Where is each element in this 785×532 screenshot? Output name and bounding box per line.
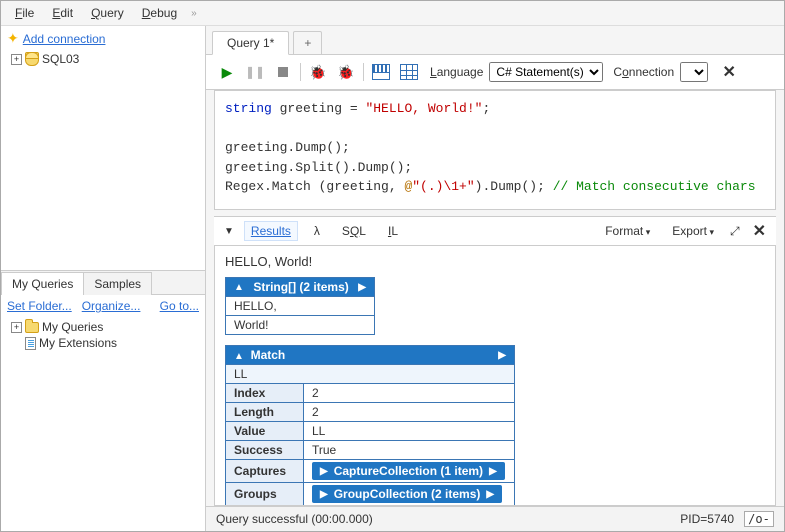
menubar: File Edit Query Debug » xyxy=(1,1,784,26)
database-icon xyxy=(25,52,39,66)
code-editor[interactable]: string greeting = "HELLO, World!"; greet… xyxy=(214,90,776,210)
expand-icon[interactable]: + xyxy=(11,54,22,65)
dump-header[interactable]: ▲ Match ▶ xyxy=(226,346,515,365)
menu-edit[interactable]: Edit xyxy=(44,4,81,22)
tree-label: My Queries xyxy=(42,320,103,334)
view-grid-button[interactable] xyxy=(398,61,420,83)
view-split-button[interactable] xyxy=(370,61,392,83)
set-folder-link[interactable]: Set Folder... xyxy=(7,299,72,313)
dump-text: HELLO, World! xyxy=(225,254,765,269)
pause-button: ❚❚ xyxy=(244,61,266,83)
tab-samples[interactable]: Samples xyxy=(83,272,152,295)
myqueries-tabstrip: My Queries Samples xyxy=(1,271,205,295)
export-dropdown[interactable]: Export xyxy=(666,222,720,240)
nav-icon[interactable]: ▶ xyxy=(358,282,366,293)
goto-link[interactable]: Go to... xyxy=(160,299,199,313)
table-row: LL xyxy=(226,365,515,384)
myqueries-body: Set Folder... Organize... Go to... + My … xyxy=(1,295,205,531)
tree-my-queries[interactable]: + My Queries xyxy=(7,319,199,335)
table-row: SuccessTrue xyxy=(226,441,515,460)
query-tab-1[interactable]: Query 1* xyxy=(212,31,289,55)
pause-icon: ❚❚ xyxy=(245,65,265,79)
bug-step-icon: 🐞 xyxy=(337,64,354,81)
connection-label: Connection xyxy=(613,65,674,79)
group-collection-chip[interactable]: ▶ GroupCollection (2 items) ▶ xyxy=(312,485,502,503)
grid-view-icon xyxy=(400,64,418,80)
status-pid: PID=5740 xyxy=(680,512,734,526)
results-tabstrip: ▼ Results λ SQL IL Format Export ⤢ ✕ xyxy=(214,216,776,246)
debug-button[interactable]: 🐞 xyxy=(307,61,329,83)
expand-icon[interactable]: ▶ xyxy=(320,466,328,477)
status-bar: Query successful (00:00.000) PID=5740 /o… xyxy=(206,506,784,531)
add-connection-icon: ✦ xyxy=(7,30,19,47)
table-row: Groups ▶ GroupCollection (2 items) ▶ xyxy=(226,483,515,506)
nav-icon[interactable]: ▶ xyxy=(486,489,494,500)
organize-link[interactable]: Organize... xyxy=(82,299,141,313)
menu-overflow-icon[interactable]: » xyxy=(191,8,197,19)
results-tab-lambda[interactable]: λ xyxy=(308,222,326,240)
tree-my-extensions[interactable]: My Extensions xyxy=(7,335,199,351)
collapse-icon[interactable]: ▲ xyxy=(234,282,244,293)
close-icon: ✕ xyxy=(722,62,735,82)
connection-tree-row[interactable]: + SQL03 xyxy=(7,51,199,67)
table-row: ValueLL xyxy=(226,422,515,441)
format-dropdown[interactable]: Format xyxy=(599,222,656,240)
bug-icon: 🐞 xyxy=(309,64,326,81)
query-toolbar: ▶ ❚❚ 🐞 🐞 Language C# Statement(s) Connec… xyxy=(206,54,784,90)
table-row: HELLO, xyxy=(226,297,375,316)
results-panel: HELLO, World! ▲ String[] (2 items) ▶ HEL… xyxy=(214,246,776,506)
language-select[interactable]: C# Statement(s) xyxy=(489,62,603,82)
new-query-tab[interactable]: + xyxy=(293,31,322,55)
status-optimize[interactable]: /o- xyxy=(744,511,774,527)
capture-collection-chip[interactable]: ▶ CaptureCollection (1 item) ▶ xyxy=(312,462,505,480)
play-icon: ▶ xyxy=(222,64,233,81)
menu-file[interactable]: File xyxy=(7,4,42,22)
table-row: Captures ▶ CaptureCollection (1 item) ▶ xyxy=(226,460,515,483)
results-tab-results[interactable]: Results xyxy=(244,221,298,241)
connection-name: SQL03 xyxy=(42,52,79,66)
debug-step-button[interactable]: 🐞 xyxy=(335,61,357,83)
table-row: World! xyxy=(226,316,375,335)
collapse-icon[interactable]: ▲ xyxy=(234,351,244,362)
dump-string-array: ▲ String[] (2 items) ▶ HELLO, World! xyxy=(225,277,375,335)
add-connection-link[interactable]: Add connection xyxy=(23,32,106,46)
split-view-icon xyxy=(372,64,390,80)
close-results-button[interactable]: ✕ xyxy=(753,221,766,241)
stop-icon xyxy=(278,67,288,77)
menu-debug[interactable]: Debug xyxy=(134,4,185,22)
run-button[interactable]: ▶ xyxy=(216,61,238,83)
menu-query[interactable]: Query xyxy=(83,4,132,22)
results-tab-il[interactable]: IL xyxy=(382,222,404,240)
status-message: Query successful (00:00.000) xyxy=(216,512,373,526)
nav-icon[interactable]: ▶ xyxy=(489,466,497,477)
tree-label: My Extensions xyxy=(39,336,117,350)
folder-icon xyxy=(25,322,39,333)
document-icon xyxy=(25,337,36,350)
results-tab-sql[interactable]: SQL xyxy=(336,222,372,240)
fullscreen-icon[interactable]: ⤢ xyxy=(730,224,739,239)
dump-header[interactable]: ▲ String[] (2 items) ▶ xyxy=(226,278,375,297)
collapse-results-icon[interactable]: ▼ xyxy=(224,226,234,237)
expand-icon[interactable]: ▶ xyxy=(320,489,328,500)
dump-match: ▲ Match ▶ LL Index2 Length2 ValueLL Succ… xyxy=(225,345,515,506)
expand-icon[interactable]: + xyxy=(11,322,22,333)
close-query-button[interactable]: ✕ xyxy=(718,61,740,83)
left-sidebar: ✦ Add connection + SQL03 My Queries Samp… xyxy=(1,26,206,531)
right-pane: Query 1* + ▶ ❚❚ 🐞 🐞 Language C# Statemen… xyxy=(206,26,784,531)
stop-button xyxy=(272,61,294,83)
tab-my-queries[interactable]: My Queries xyxy=(1,272,84,295)
query-tabstrip: Query 1* + xyxy=(206,26,784,54)
language-label: Language xyxy=(430,65,483,79)
connection-select[interactable] xyxy=(680,62,708,82)
connections-panel: ✦ Add connection + SQL03 xyxy=(1,26,205,271)
table-row: Index2 xyxy=(226,384,515,403)
table-row: Length2 xyxy=(226,403,515,422)
nav-icon[interactable]: ▶ xyxy=(498,350,506,361)
